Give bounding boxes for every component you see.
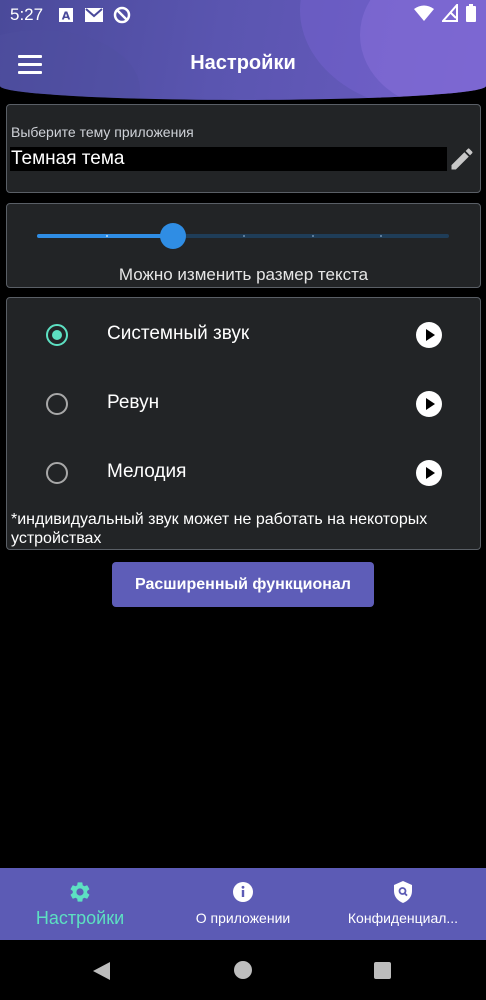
sound-card: Системный звук Ревун Мелодия *индивидуал… xyxy=(6,297,481,550)
sound-label: Системный звук xyxy=(107,323,250,344)
status-bar: 5:27 A xyxy=(0,0,486,30)
text-size-caption: Можно изменить размер текста xyxy=(118,265,369,284)
no-sim-icon xyxy=(440,1,458,27)
radio-button[interactable] xyxy=(46,462,68,484)
sound-option-system[interactable]: Системный звук xyxy=(7,310,480,360)
play-icon[interactable] xyxy=(416,322,442,348)
nav-item-privacy[interactable]: Конфиденциал... xyxy=(340,868,466,940)
sound-note: *индивидуальный звук может не работать н… xyxy=(11,511,428,547)
sound-option-melody[interactable]: Мелодия xyxy=(7,448,480,498)
app-header: 5:27 A Настройки xyxy=(0,0,486,100)
system-navigation-bar xyxy=(0,940,486,1000)
page-title: Настройки xyxy=(190,51,296,74)
slider-tick xyxy=(106,235,108,237)
pencil-icon[interactable] xyxy=(448,145,476,173)
nav-item-settings[interactable]: Настройки xyxy=(20,868,140,940)
theme-card: Выберите тему приложения Темная тема xyxy=(6,104,481,193)
wifi-icon xyxy=(414,5,434,26)
radio-button[interactable] xyxy=(46,324,68,346)
sound-option-siren[interactable]: Ревун xyxy=(7,379,480,429)
nav-label: Конфиденциал... xyxy=(347,910,459,926)
nav-label: О приложении xyxy=(195,910,291,926)
text-size-card: Можно изменить размер текста xyxy=(6,203,481,288)
slider-fill xyxy=(37,234,173,238)
sound-label: Ревун xyxy=(107,392,160,413)
text-size-slider[interactable] xyxy=(37,223,449,249)
gear-icon xyxy=(68,880,92,904)
recent-apps-icon[interactable] xyxy=(374,962,391,979)
advanced-features-button[interactable]: Расширенный функционал xyxy=(112,562,374,607)
battery-icon xyxy=(466,3,476,27)
slider-tick xyxy=(380,235,382,237)
slider-tick xyxy=(243,235,245,237)
back-icon[interactable] xyxy=(93,962,110,980)
privacy-shield-icon xyxy=(391,880,415,904)
hamburger-menu-icon[interactable] xyxy=(18,50,52,78)
play-icon[interactable] xyxy=(416,460,442,486)
svg-text:A: A xyxy=(62,10,71,23)
toolbar: Настройки xyxy=(0,30,486,96)
nav-item-about[interactable]: О приложении xyxy=(183,868,303,940)
play-icon[interactable] xyxy=(416,391,442,417)
vpn-icon xyxy=(113,6,131,24)
info-icon xyxy=(231,880,255,904)
nav-label: Настройки xyxy=(35,908,125,928)
theme-label: Выберите тему приложения xyxy=(11,124,194,140)
home-icon[interactable] xyxy=(234,961,252,979)
gmail-icon xyxy=(85,6,104,24)
status-time: 5:27 xyxy=(10,5,44,24)
sound-label: Мелодия xyxy=(107,461,187,482)
radio-button[interactable] xyxy=(46,393,68,415)
app-a-icon: A xyxy=(57,6,75,24)
theme-select-field[interactable]: Темная тема xyxy=(10,147,447,171)
slider-thumb[interactable] xyxy=(160,223,186,249)
bottom-navigation: Настройки О приложении Конфиденциал... xyxy=(0,868,486,940)
slider-tick xyxy=(312,235,314,237)
